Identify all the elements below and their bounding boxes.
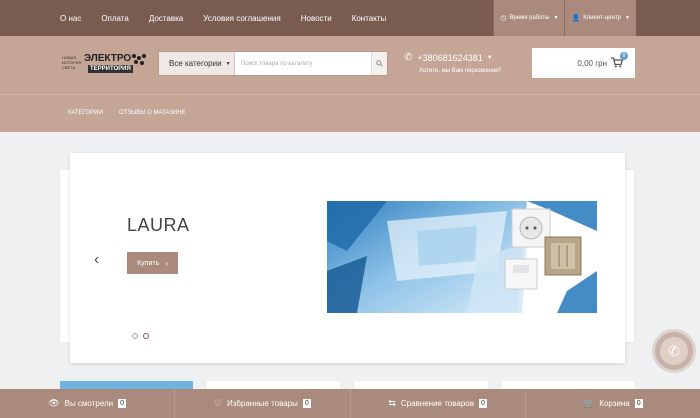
logo-text: ЭЛЕКТРО	[84, 53, 132, 64]
top-bar: О нас Оплата Доставка Условия соглашения…	[0, 0, 700, 36]
viewed-count: 0	[118, 399, 127, 408]
header: НОВАЯ ИСТОРИЯ СВЕТА ЭЛЕКТРО ТЕРРИТОРИЯ В…	[0, 36, 700, 94]
basket-count: 0	[634, 399, 643, 408]
chevron-right-icon: ›	[165, 258, 168, 268]
search-icon	[376, 60, 383, 67]
nav-link-payment[interactable]: Оплата	[101, 14, 129, 23]
top-right-menu: ◷ Время работы ▼ 👤 Клиент-центр ▼	[493, 0, 636, 36]
nav-link-delivery[interactable]: Доставка	[149, 14, 183, 23]
user-icon: 👤	[571, 15, 581, 22]
compare-icon: ⇆	[388, 398, 396, 408]
bottom-bar: 👁 Вы смотрели 0 ♡ Избранные товары 0 ⇆ С…	[0, 389, 700, 418]
phone-icon: ✆	[404, 52, 413, 63]
cart-count-badge: 0	[620, 52, 628, 60]
logo-mark-icon	[132, 54, 146, 68]
favorites-label: Избранные товары	[227, 399, 298, 408]
working-hours-label: Время работы	[509, 15, 550, 21]
cart-button[interactable]: 0,00 грн 0	[532, 48, 635, 78]
slide-image	[327, 201, 597, 313]
category-select-label: Все категории	[169, 59, 222, 68]
favorites-button[interactable]: ♡ Избранные товары 0	[175, 389, 351, 418]
logo[interactable]: НОВАЯ ИСТОРИЯ СВЕТА ЭЛЕКТРО ТЕРРИТОРИЯ	[60, 52, 146, 78]
slider-pagination	[132, 333, 154, 339]
search-bar: Все категории ▼ Поиск товара по каталогу	[158, 51, 388, 76]
cart-sum: 0,00 грн	[577, 58, 607, 68]
sub-nav: КАТЕГОРИИ ОТЗЫВЫ О МАГАЗИНЕ	[0, 94, 700, 132]
chevron-down-icon: ▼	[553, 15, 559, 21]
viewed-label: Вы смотрели	[64, 399, 114, 408]
callback-link[interactable]: Хотите, мы Вам перезвоним?	[419, 68, 501, 74]
logo-tagline: НОВАЯ ИСТОРИЯ СВЕТА	[62, 55, 82, 70]
client-center-dropdown[interactable]: 👤 Клиент-центр ▼	[564, 0, 636, 36]
callback-float-button[interactable]: ✆	[655, 332, 693, 370]
chevron-down-icon: ▼	[486, 54, 493, 61]
phone-block: ✆ +380681624381 ▼ Хотите, мы Вам перезво…	[404, 52, 501, 74]
search-button[interactable]	[371, 52, 387, 75]
basket-label: Корзина	[599, 399, 630, 408]
chevron-down-icon: ▼	[625, 15, 630, 21]
chevron-left-icon[interactable]: ‹	[94, 251, 99, 269]
basket-button[interactable]: 🛒 Корзина 0	[526, 389, 700, 418]
buy-button-label: Купить	[137, 259, 160, 267]
basket-icon: 🛒	[583, 398, 595, 408]
nav-link-about[interactable]: О нас	[60, 14, 81, 23]
chevron-down-icon: ▼	[225, 60, 231, 67]
working-hours-dropdown[interactable]: ◷ Время работы ▼	[493, 0, 565, 36]
compare-button[interactable]: ⇆ Сравнение товаров 0	[351, 389, 526, 418]
nav-link-contacts[interactable]: Контакты	[352, 14, 387, 23]
slider-dot-1[interactable]	[132, 333, 138, 339]
client-center-label: Клиент-центр	[583, 15, 622, 21]
eye-icon: 👁	[48, 398, 60, 408]
slide-title: LAURA	[127, 215, 190, 235]
logo-text-secondary: ТЕРРИТОРИЯ	[88, 65, 133, 73]
hero-slider: ‹ LAURA Купить ›	[70, 153, 625, 363]
buy-button[interactable]: Купить ›	[127, 252, 178, 274]
nav-link-news[interactable]: Новости	[301, 14, 332, 23]
subnav-reviews[interactable]: ОТЗЫВЫ О МАГАЗИНЕ	[119, 110, 186, 116]
subnav-catalog[interactable]: КАТЕГОРИИ	[68, 110, 103, 116]
phone-number: +380681624381	[417, 52, 483, 63]
viewed-products-button[interactable]: 👁 Вы смотрели 0	[0, 389, 176, 418]
compare-count: 0	[479, 399, 487, 408]
search-input[interactable]: Поиск товара по каталогу	[235, 52, 371, 75]
favorites-count: 0	[302, 399, 311, 408]
nav-link-terms[interactable]: Условия соглашения	[203, 14, 281, 23]
clock-icon: ◷	[500, 15, 507, 22]
slider-dot-2[interactable]	[143, 333, 149, 339]
top-nav: О нас Оплата Доставка Условия соглашения…	[60, 0, 406, 36]
call-icon: ✆	[660, 337, 688, 365]
heart-icon: ♡	[213, 398, 222, 408]
compare-label: Сравнение товаров	[400, 399, 475, 408]
phone-dropdown[interactable]: ✆ +380681624381 ▼	[404, 52, 501, 63]
category-select[interactable]: Все категории ▼	[159, 52, 235, 75]
